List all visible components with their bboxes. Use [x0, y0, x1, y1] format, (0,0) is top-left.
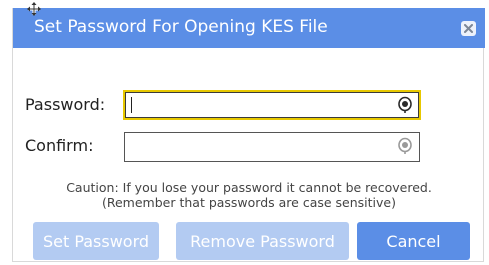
dialog-title: Set Password For Opening KES File — [34, 17, 328, 37]
password-input[interactable] — [125, 92, 419, 118]
confirm-field[interactable] — [124, 132, 420, 162]
password-dialog: Set Password For Opening KES File Passwo… — [12, 8, 485, 262]
case-sensitive-note: (Remember that passwords are case sensit… — [101, 195, 396, 210]
caution-text: Caution: If you lose your password it ca… — [66, 180, 432, 195]
confirm-label: Confirm: — [25, 136, 94, 155]
eye-icon[interactable] — [397, 137, 413, 155]
dialog-titlebar[interactable]: Set Password For Opening KES File — [13, 8, 485, 48]
confirm-input[interactable] — [125, 133, 419, 161]
password-field[interactable] — [123, 90, 421, 120]
password-label: Password: — [25, 95, 106, 114]
move-cursor-icon — [27, 2, 41, 16]
eye-icon[interactable] — [397, 96, 413, 114]
close-icon — [464, 24, 473, 33]
remove-password-button[interactable]: Remove Password — [176, 222, 349, 260]
cancel-button[interactable]: Cancel — [357, 222, 470, 260]
close-button[interactable] — [461, 21, 476, 36]
text-cursor — [131, 97, 132, 113]
set-password-button[interactable]: Set Password — [33, 222, 159, 260]
